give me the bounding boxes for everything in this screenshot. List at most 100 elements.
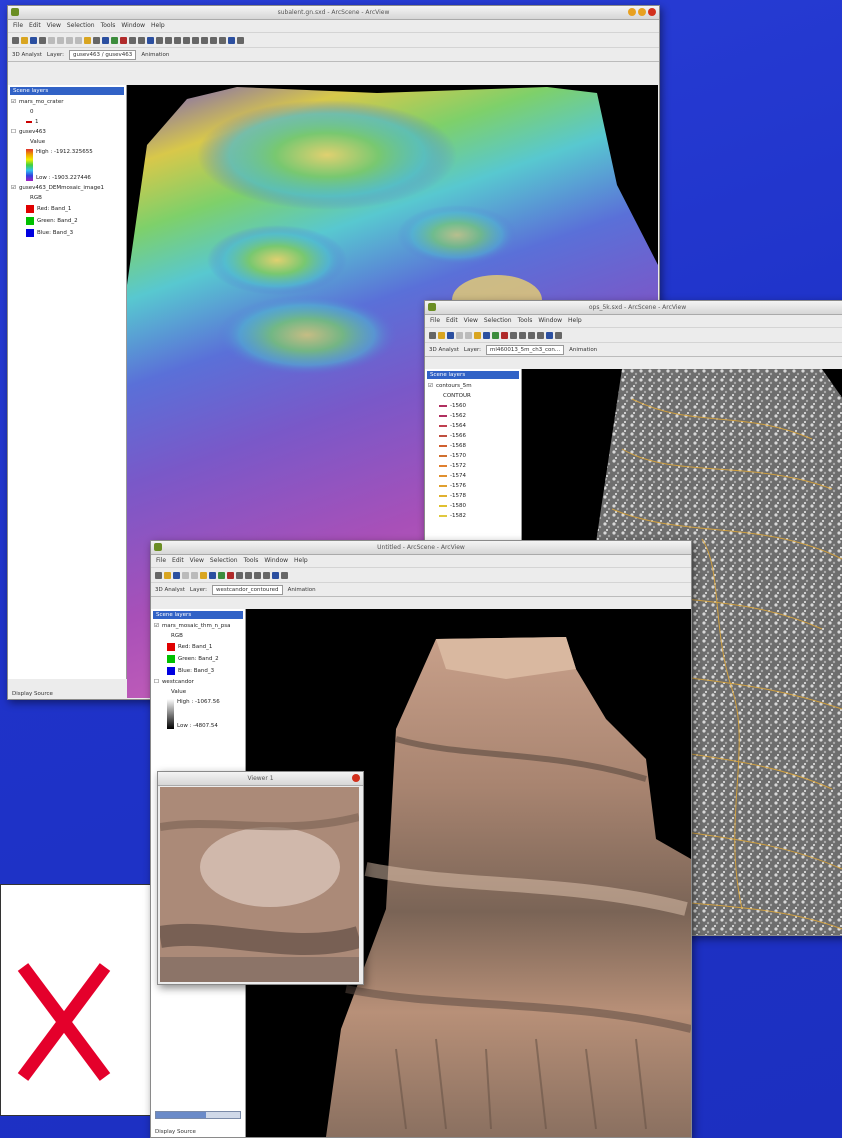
globe-icon[interactable]	[483, 331, 490, 339]
menu-tools[interactable]: Tools	[101, 20, 116, 32]
layer-select[interactable]: westcandor_contoured	[212, 584, 283, 595]
menu-selection[interactable]: Selection	[210, 555, 238, 567]
layer-row[interactable]: ☑ mars_mo_crater	[8, 97, 126, 107]
print-icon[interactable]	[39, 36, 46, 44]
layer-row[interactable]: ☐ westcandor	[151, 677, 245, 687]
save-icon[interactable]	[30, 36, 37, 44]
menu-selection[interactable]: Selection	[484, 315, 512, 327]
toc-scrollbar[interactable]	[155, 1111, 241, 1119]
pan-icon[interactable]	[201, 36, 208, 44]
viewer-1-window[interactable]: Viewer 1	[157, 771, 364, 985]
menu-help[interactable]: Help	[294, 555, 308, 567]
layer-icon[interactable]	[218, 571, 225, 579]
save-icon[interactable]	[447, 331, 454, 339]
globe-icon[interactable]	[102, 36, 109, 44]
maximize-icon[interactable]	[638, 8, 646, 16]
3d-analyst-menu[interactable]: 3D Analyst	[12, 52, 42, 58]
zoom-out-icon[interactable]	[528, 331, 535, 339]
menu-selection[interactable]: Selection	[67, 20, 95, 32]
menu-edit[interactable]: Edit	[172, 555, 184, 567]
add-data-icon[interactable]	[200, 571, 207, 579]
identify-icon[interactable]	[272, 571, 279, 579]
delete-icon[interactable]	[75, 36, 82, 44]
select-icon[interactable]	[219, 36, 226, 44]
new-icon[interactable]	[429, 331, 436, 339]
copy-icon[interactable]	[191, 571, 198, 579]
menu-file[interactable]: File	[13, 20, 23, 32]
menu-view[interactable]: View	[464, 315, 478, 327]
open-icon[interactable]	[164, 571, 171, 579]
animation-menu[interactable]: Animation	[288, 587, 316, 593]
cut-icon[interactable]	[456, 331, 463, 339]
zoom-in-icon[interactable]	[245, 571, 252, 579]
viewer-1-canvas[interactable]	[160, 787, 359, 982]
menu-edit[interactable]: Edit	[446, 315, 458, 327]
open-icon[interactable]	[21, 36, 28, 44]
add-data-icon[interactable]	[84, 36, 91, 44]
pan-icon[interactable]	[263, 571, 270, 579]
color-icon[interactable]	[120, 36, 127, 44]
zoom-target-icon[interactable]	[174, 36, 181, 44]
layer-select[interactable]: gusev463 / gusev463	[69, 49, 137, 60]
toc-header[interactable]: Scene layers	[10, 87, 124, 95]
paste-icon[interactable]	[66, 36, 73, 44]
menu-view[interactable]: View	[190, 555, 204, 567]
open-icon[interactable]	[438, 331, 445, 339]
arcscene-window-canyon[interactable]: Untitled - ArcScene - ArcView File Edit …	[150, 540, 692, 1138]
layer-icon[interactable]	[492, 331, 499, 339]
copy-icon[interactable]	[465, 331, 472, 339]
toc-header[interactable]: Scene layers	[427, 371, 519, 379]
color-icon[interactable]	[501, 331, 508, 339]
menu-window[interactable]: Window	[538, 315, 562, 327]
toc-header[interactable]: Scene layers	[153, 611, 243, 619]
zoom-out-icon[interactable]	[254, 571, 261, 579]
zoom-in-icon[interactable]	[519, 331, 526, 339]
identify-icon[interactable]	[546, 331, 553, 339]
globe-icon[interactable]	[209, 571, 216, 579]
navigate-icon[interactable]	[236, 571, 243, 579]
menu-tools[interactable]: Tools	[518, 315, 533, 327]
save-icon[interactable]	[173, 571, 180, 579]
close-icon[interactable]	[352, 774, 360, 782]
menu-tools[interactable]: Tools	[244, 555, 259, 567]
close-icon[interactable]	[648, 8, 656, 16]
layer-select[interactable]: ml460013_5m_ch3_con...	[486, 344, 565, 355]
layer-row[interactable]: ☑ gusev463_DEMmosaic_image1	[8, 183, 126, 193]
layer-row[interactable]: ☐ gusev463	[8, 127, 126, 137]
zoom-out-icon[interactable]	[192, 36, 199, 44]
menu-window[interactable]: Window	[264, 555, 288, 567]
layer-row[interactable]: ☑ mars_mosaic_thm_n_psa	[151, 621, 245, 631]
menu-view[interactable]: View	[47, 20, 61, 32]
find-icon[interactable]	[281, 571, 288, 579]
menu-window[interactable]: Window	[121, 20, 145, 32]
zoom-in-icon[interactable]	[183, 36, 190, 44]
viewer-titlebar[interactable]: Viewer 1	[158, 772, 363, 786]
navigate-icon[interactable]	[510, 331, 517, 339]
find-icon[interactable]	[237, 36, 244, 44]
layer-icon[interactable]	[111, 36, 118, 44]
new-icon[interactable]	[12, 36, 19, 44]
toc-status-tabs[interactable]: Display Source	[8, 689, 57, 699]
layer-row[interactable]: ☑ contours_5m	[425, 381, 521, 391]
cut-icon[interactable]	[48, 36, 55, 44]
animation-menu[interactable]: Animation	[569, 347, 597, 353]
window-titlebar[interactable]: Untitled - ArcScene - ArcView	[151, 541, 691, 555]
new-icon[interactable]	[155, 571, 162, 579]
help-icon[interactable]	[138, 36, 145, 44]
add-data-icon[interactable]	[474, 331, 481, 339]
menu-help[interactable]: Help	[151, 20, 165, 32]
fly-icon[interactable]	[156, 36, 163, 44]
identify-icon[interactable]	[228, 36, 235, 44]
copy-icon[interactable]	[57, 36, 64, 44]
full-extent-2-icon[interactable]	[210, 36, 217, 44]
window-titlebar[interactable]: ops_5k.sxd - ArcScene - ArcView	[425, 301, 842, 315]
animation-menu[interactable]: Animation	[141, 52, 169, 58]
menu-edit[interactable]: Edit	[29, 20, 41, 32]
cut-icon[interactable]	[182, 571, 189, 579]
3d-analyst-menu[interactable]: 3D Analyst	[155, 587, 185, 593]
find-icon[interactable]	[555, 331, 562, 339]
pan-icon[interactable]	[537, 331, 544, 339]
menu-file[interactable]: File	[156, 555, 166, 567]
minimize-icon[interactable]	[628, 8, 636, 16]
color-icon[interactable]	[227, 571, 234, 579]
